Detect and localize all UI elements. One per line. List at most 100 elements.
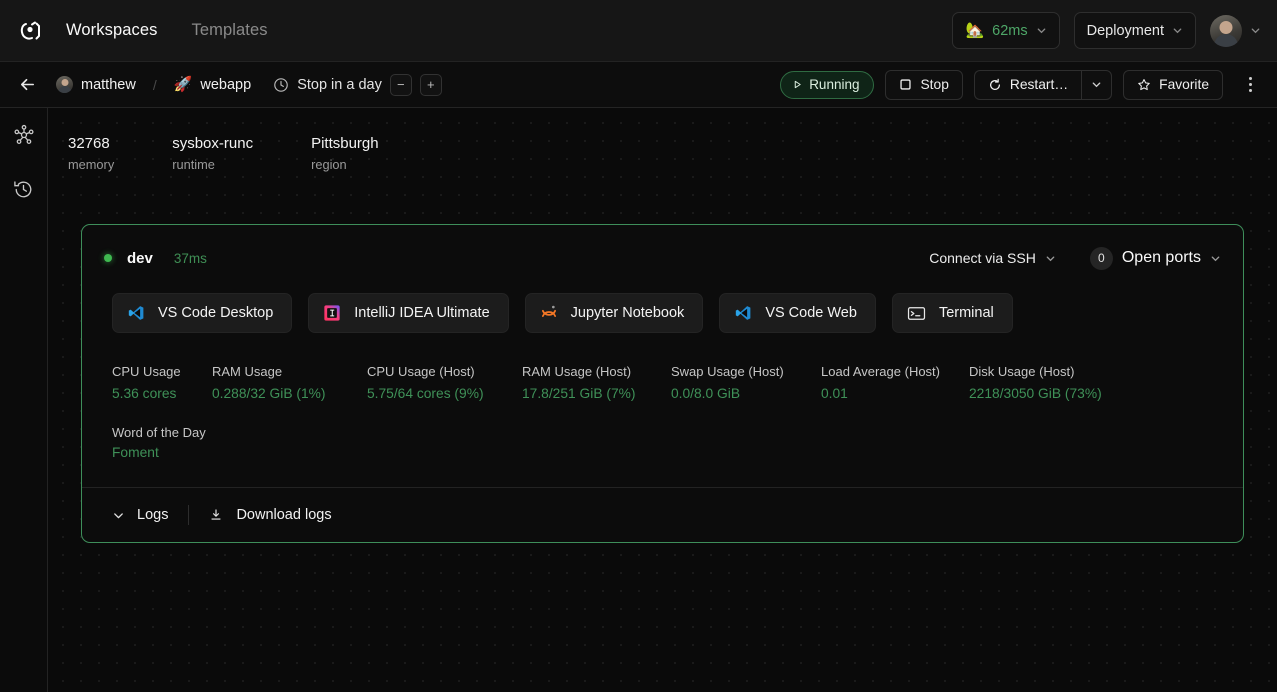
download-icon [209, 508, 223, 522]
meta-label: region [311, 157, 379, 172]
back-arrow-icon[interactable] [12, 70, 42, 100]
main-nav-links: Workspaces Templates [66, 21, 268, 40]
metric-word-of-the-day: Word of the Day Foment [82, 401, 1243, 460]
connect-via-ssh-button[interactable]: Connect via SSH [929, 250, 1056, 266]
meta-value: Pittsburgh [311, 134, 379, 154]
breadcrumb-owner[interactable]: matthew [81, 77, 136, 93]
sidebar-item-history[interactable] [9, 174, 39, 204]
history-clock-icon [13, 179, 34, 200]
agent-latency: 37ms [174, 251, 207, 266]
vscode-icon [734, 304, 752, 322]
meta-value: 32768 [68, 134, 114, 154]
page-body: 32768 memory sysbox-runc runtime Pittsbu… [0, 108, 1277, 692]
workspace-actions: Running Stop Restart… [780, 70, 1263, 100]
meta-region: Pittsburgh region [311, 134, 379, 172]
meta-value: sysbox-runc [172, 134, 253, 154]
schedule-increase-button[interactable]: + [420, 74, 442, 96]
deployment-menu-button[interactable]: Deployment [1074, 12, 1196, 49]
chevron-down-icon [1036, 25, 1047, 36]
metric-label: RAM Usage (Host) [522, 363, 671, 381]
logs-toggle-button[interactable]: Logs [112, 507, 168, 523]
more-options-icon[interactable] [1237, 70, 1263, 100]
app-button-vs-code-web[interactable]: VS Code Web [719, 293, 876, 333]
chevron-down-icon [112, 509, 125, 522]
chevron-down-icon [1091, 79, 1102, 90]
stop-label: Stop [920, 77, 948, 92]
top-navigation-bar: Workspaces Templates 🏡 62ms Deployment [0, 0, 1277, 62]
metric-value: 0.01 [821, 386, 969, 401]
metric-label: CPU Usage (Host) [367, 363, 522, 381]
avatar [1210, 15, 1242, 47]
app-label: Terminal [939, 305, 994, 321]
metric-label: CPU Usage [112, 363, 212, 381]
agent-name: dev [127, 250, 153, 267]
meta-label: runtime [172, 157, 253, 172]
breadcrumb-separator: / [153, 77, 157, 93]
terminal-icon [907, 304, 926, 323]
metric-disk-usage-host: Disk Usage (Host) 2218/3050 GiB (73%) [969, 363, 1149, 401]
metric-label: Disk Usage (Host) [969, 363, 1149, 381]
deployment-label: Deployment [1087, 23, 1164, 39]
chevron-down-icon [1045, 253, 1056, 264]
favorite-label: Favorite [1159, 77, 1209, 92]
download-logs-button[interactable]: Download logs [209, 507, 331, 523]
metric-label: Swap Usage (Host) [671, 363, 821, 381]
nav-link-workspaces[interactable]: Workspaces [66, 21, 157, 40]
play-icon [793, 80, 802, 89]
agent-apps-row: VS Code Desktop [82, 271, 1243, 333]
app-label: VS Code Desktop [158, 305, 273, 321]
metric-cpu-usage-host: CPU Usage (Host) 5.75/64 cores (9%) [367, 363, 522, 401]
metric-label: RAM Usage [212, 363, 367, 381]
logs-label: Logs [137, 507, 168, 523]
restart-dropdown-button[interactable] [1081, 70, 1112, 100]
schedule-control: Stop in a day − + [273, 74, 442, 96]
schedule-label: Stop in a day [297, 77, 382, 93]
agent-card-dev: dev 37ms Connect via SSH 0 Open ports [81, 224, 1244, 543]
agent-card-header: dev 37ms Connect via SSH 0 Open ports [82, 225, 1243, 271]
nav-link-templates[interactable]: Templates [191, 21, 267, 40]
app-button-jupyter-notebook[interactable]: Jupyter Notebook [525, 293, 704, 333]
metric-cpu-usage: CPU Usage 5.36 cores [112, 363, 212, 401]
sidebar-item-resources[interactable] [9, 120, 39, 150]
metric-value: 0.0/8.0 GiB [671, 386, 821, 401]
meta-runtime: sysbox-runc runtime [172, 134, 253, 172]
intellij-icon [323, 304, 341, 322]
restart-icon [988, 78, 1002, 92]
open-ports-label: Open ports [1122, 249, 1201, 267]
stop-button[interactable]: Stop [885, 70, 962, 100]
app-label: VS Code Web [765, 305, 857, 321]
user-menu-button[interactable] [1210, 15, 1261, 47]
favorite-button[interactable]: Favorite [1123, 70, 1223, 100]
word-of-the-day-value: Foment [112, 445, 1221, 460]
app-button-vs-code-desktop[interactable]: VS Code Desktop [112, 293, 292, 333]
schedule-decrease-button[interactable]: − [390, 74, 412, 96]
breadcrumb-workspace[interactable]: webapp [200, 77, 251, 93]
connect-via-ssh-label: Connect via SSH [929, 250, 1036, 266]
app-button-intellij-idea-ultimate[interactable]: IntelliJ IDEA Ultimate [308, 293, 508, 333]
metric-value: 2218/3050 GiB (73%) [969, 386, 1149, 401]
status-badge-label: Running [809, 77, 859, 92]
app-button-terminal[interactable]: Terminal [892, 293, 1013, 333]
workspace-action-bar: matthew / 🚀 webapp Stop in a day − + Run… [0, 62, 1277, 108]
download-logs-label: Download logs [236, 507, 331, 523]
house-emoji-icon: 🏡 [965, 23, 984, 38]
open-ports-button[interactable]: 0 Open ports [1090, 247, 1221, 270]
open-ports-count: 0 [1090, 247, 1113, 270]
divider [188, 505, 189, 525]
stop-square-icon [899, 78, 912, 91]
agent-logs-row: Logs Download logs [82, 488, 1243, 542]
metric-value: 5.75/64 cores (9%) [367, 386, 522, 401]
latency-indicator[interactable]: 🏡 62ms [952, 12, 1059, 49]
status-badge: Running [780, 71, 874, 99]
coder-logo-icon[interactable] [14, 14, 48, 48]
meta-memory: 32768 memory [68, 134, 114, 172]
chevron-down-icon [1210, 253, 1221, 264]
latency-value: 62ms [992, 23, 1027, 39]
agent-metrics-row: CPU Usage 5.36 cores RAM Usage 0.288/32 … [82, 333, 1243, 401]
metric-value: 17.8/251 GiB (7%) [522, 386, 671, 401]
agent-status-dot-icon [104, 254, 112, 262]
restart-button[interactable]: Restart… [974, 70, 1081, 100]
metric-ram-usage-host: RAM Usage (Host) 17.8/251 GiB (7%) [522, 363, 671, 401]
metric-value: 0.288/32 GiB (1%) [212, 386, 367, 401]
restart-label: Restart… [1010, 77, 1068, 92]
